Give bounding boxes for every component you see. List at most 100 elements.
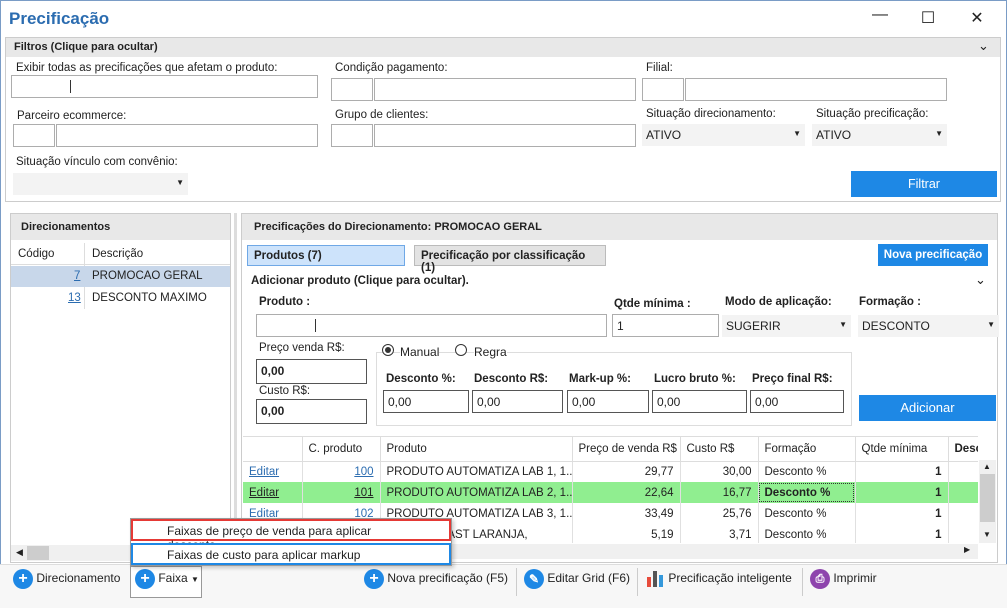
- exibir-input[interactable]: [11, 75, 318, 98]
- faixa-button[interactable]: + Faixa ▼: [135, 569, 199, 589]
- lucro-input[interactable]: 0,00: [652, 390, 747, 413]
- imprimir-label: Imprimir: [833, 571, 877, 586]
- qtde-input[interactable]: 1: [612, 314, 719, 337]
- minimize-button[interactable]: —: [870, 6, 890, 24]
- direc-codigo-link[interactable]: 7: [74, 270, 80, 282]
- direcionamentos-header: Direcionamentos: [11, 214, 230, 240]
- filtrar-button[interactable]: Filtrar: [851, 171, 997, 197]
- modo-label: Modo de aplicação:: [725, 296, 832, 308]
- toolbar-divider: [637, 568, 638, 596]
- maximize-button[interactable]: ☐: [918, 8, 938, 28]
- desc-rs-label: Desconto R$:: [474, 373, 549, 385]
- col-header[interactable]: Preço de venda R$: [572, 437, 681, 462]
- col-header[interactable]: Custo R$: [680, 437, 759, 462]
- scroll-right-icon[interactable]: ▶: [964, 545, 970, 554]
- chevron-down-icon[interactable]: ⌄: [975, 272, 986, 288]
- toolbar-divider: [802, 568, 803, 596]
- qtde-cell: 1: [855, 503, 949, 524]
- tab-classificacao[interactable]: Precificação por classificação (1): [414, 245, 606, 274]
- scroll-thumb[interactable]: [980, 474, 995, 522]
- parceiro-code-input[interactable]: [13, 124, 55, 147]
- markup-input[interactable]: 0,00: [567, 390, 649, 413]
- scroll-up-icon[interactable]: ▲: [983, 462, 991, 471]
- col-descricao-header[interactable]: Descrição: [92, 248, 143, 260]
- radio-manual[interactable]: [382, 344, 394, 356]
- menu-item-faixas-preco[interactable]: Faixas de preço de venda para aplicar de…: [131, 519, 451, 552]
- adicionar-header[interactable]: Adicionar produto (Clique para ocultar).: [251, 275, 469, 287]
- parceiro-desc-input[interactable]: [56, 124, 318, 147]
- direcionamento-button[interactable]: + Direcionamento: [13, 569, 120, 589]
- scroll-left-icon[interactable]: ◀: [16, 547, 23, 558]
- dropdown-arrow-icon: ▼: [793, 129, 801, 138]
- formacao-label: Formação :: [859, 296, 921, 308]
- lucro-label: Lucro bruto %:: [654, 373, 736, 385]
- preco-final-label: Preço final R$:: [752, 373, 833, 385]
- direc-codigo-link[interactable]: 13: [68, 292, 81, 304]
- faixa-label: Faixa: [158, 571, 188, 586]
- inteligente-label: Precificação inteligente: [668, 571, 792, 586]
- tab-produtos[interactable]: Produtos (7): [247, 245, 405, 266]
- precificacao-inteligente-button[interactable]: Precificação inteligente: [645, 569, 792, 589]
- formacao-select[interactable]: DESCONTO ▼: [858, 315, 999, 337]
- grupo-desc-input[interactable]: [374, 124, 636, 147]
- plus-icon: +: [13, 569, 33, 589]
- menu-item-faixas-custo[interactable]: Faixas de custo para aplicar markup: [131, 543, 451, 565]
- preco-final-input[interactable]: 0,00: [750, 390, 844, 413]
- col-header[interactable]: [243, 437, 303, 462]
- col-header[interactable]: Produto: [380, 437, 573, 462]
- filial-code-input[interactable]: [642, 78, 684, 101]
- custo-input[interactable]: 0,00: [256, 399, 367, 424]
- filial-desc-input[interactable]: [685, 78, 947, 101]
- condicao-desc-input[interactable]: [374, 78, 636, 101]
- desc-rs-input[interactable]: 0,00: [472, 390, 563, 413]
- modo-value: SUGERIR: [726, 319, 781, 333]
- dropdown-arrow-icon: ▼: [839, 320, 847, 329]
- radio-manual-label: Manual: [400, 345, 440, 359]
- condicao-code-input[interactable]: [331, 78, 373, 101]
- sit-vinculo-select[interactable]: ▼: [13, 173, 188, 195]
- col-header[interactable]: Qtde mínima: [855, 437, 949, 462]
- adicionar-button[interactable]: Adicionar: [859, 395, 996, 421]
- close-button[interactable]: ✕: [967, 8, 987, 28]
- formacao-cell[interactable]: Desconto %: [758, 482, 856, 503]
- scroll-thumb[interactable]: [27, 546, 49, 560]
- nova-precificacao-f5-button[interactable]: + Nova precificação (F5): [364, 569, 508, 589]
- condicao-label: Condição pagamento:: [335, 62, 448, 74]
- desc-pct-input[interactable]: 0,00: [383, 390, 469, 413]
- imprimir-button[interactable]: ⎙ Imprimir: [810, 569, 877, 589]
- scroll-down-icon[interactable]: ▼: [983, 530, 991, 539]
- col-codigo-header[interactable]: Código: [18, 248, 54, 260]
- desconto-cell: [948, 461, 978, 482]
- sit-prec-select[interactable]: ATIVO ▼: [812, 124, 947, 146]
- col-header[interactable]: C. produto: [302, 437, 381, 462]
- radio-regra[interactable]: [455, 344, 467, 356]
- codigo-link[interactable]: 100: [302, 461, 381, 482]
- editar-grid-button[interactable]: ✎ Editar Grid (F6): [524, 569, 630, 589]
- filtros-header[interactable]: Filtros (Clique para ocultar): [6, 38, 1000, 57]
- nova-precificacao-button[interactable]: Nova precificação: [878, 244, 988, 266]
- qtde-cell: 1: [855, 461, 949, 482]
- editar-link[interactable]: Editar: [243, 461, 303, 482]
- window-title: Precificação: [9, 9, 110, 28]
- sit-direc-select[interactable]: ATIVO ▼: [642, 124, 805, 146]
- table-row[interactable]: Editar 100 PRODUTO AUTOMATIZA LAB 1, 1..…: [243, 461, 978, 482]
- preco-venda-input[interactable]: 0,00: [256, 359, 367, 384]
- col-header[interactable]: Formação: [758, 437, 856, 462]
- codigo-link[interactable]: 101: [302, 482, 381, 503]
- table-row-selected[interactable]: Editar 101 PRODUTO AUTOMATIZA LAB 2, 1..…: [243, 482, 978, 503]
- plus-icon: +: [135, 569, 155, 589]
- grupo-code-input[interactable]: [331, 124, 373, 147]
- produto-cell: PRODUTO AUTOMATIZA LAB 2, 1...: [380, 482, 573, 503]
- toolbar-divider: [516, 568, 517, 596]
- splitter[interactable]: [234, 213, 237, 563]
- produto-input[interactable]: [256, 314, 607, 337]
- dropdown-arrow-icon: ▼: [935, 129, 943, 138]
- chevron-down-icon[interactable]: ⌄: [978, 38, 989, 54]
- parceiro-label: Parceiro ecommerce:: [17, 110, 127, 122]
- custo-cell: 16,77: [680, 482, 759, 503]
- exibir-label: Exibir todas as precificações que afetam…: [16, 62, 278, 74]
- col-header[interactable]: Descont: [948, 437, 978, 462]
- qtde-label: Qtde mínima :: [614, 298, 691, 310]
- modo-select[interactable]: SUGERIR ▼: [722, 315, 851, 337]
- editar-link[interactable]: Editar: [243, 482, 303, 503]
